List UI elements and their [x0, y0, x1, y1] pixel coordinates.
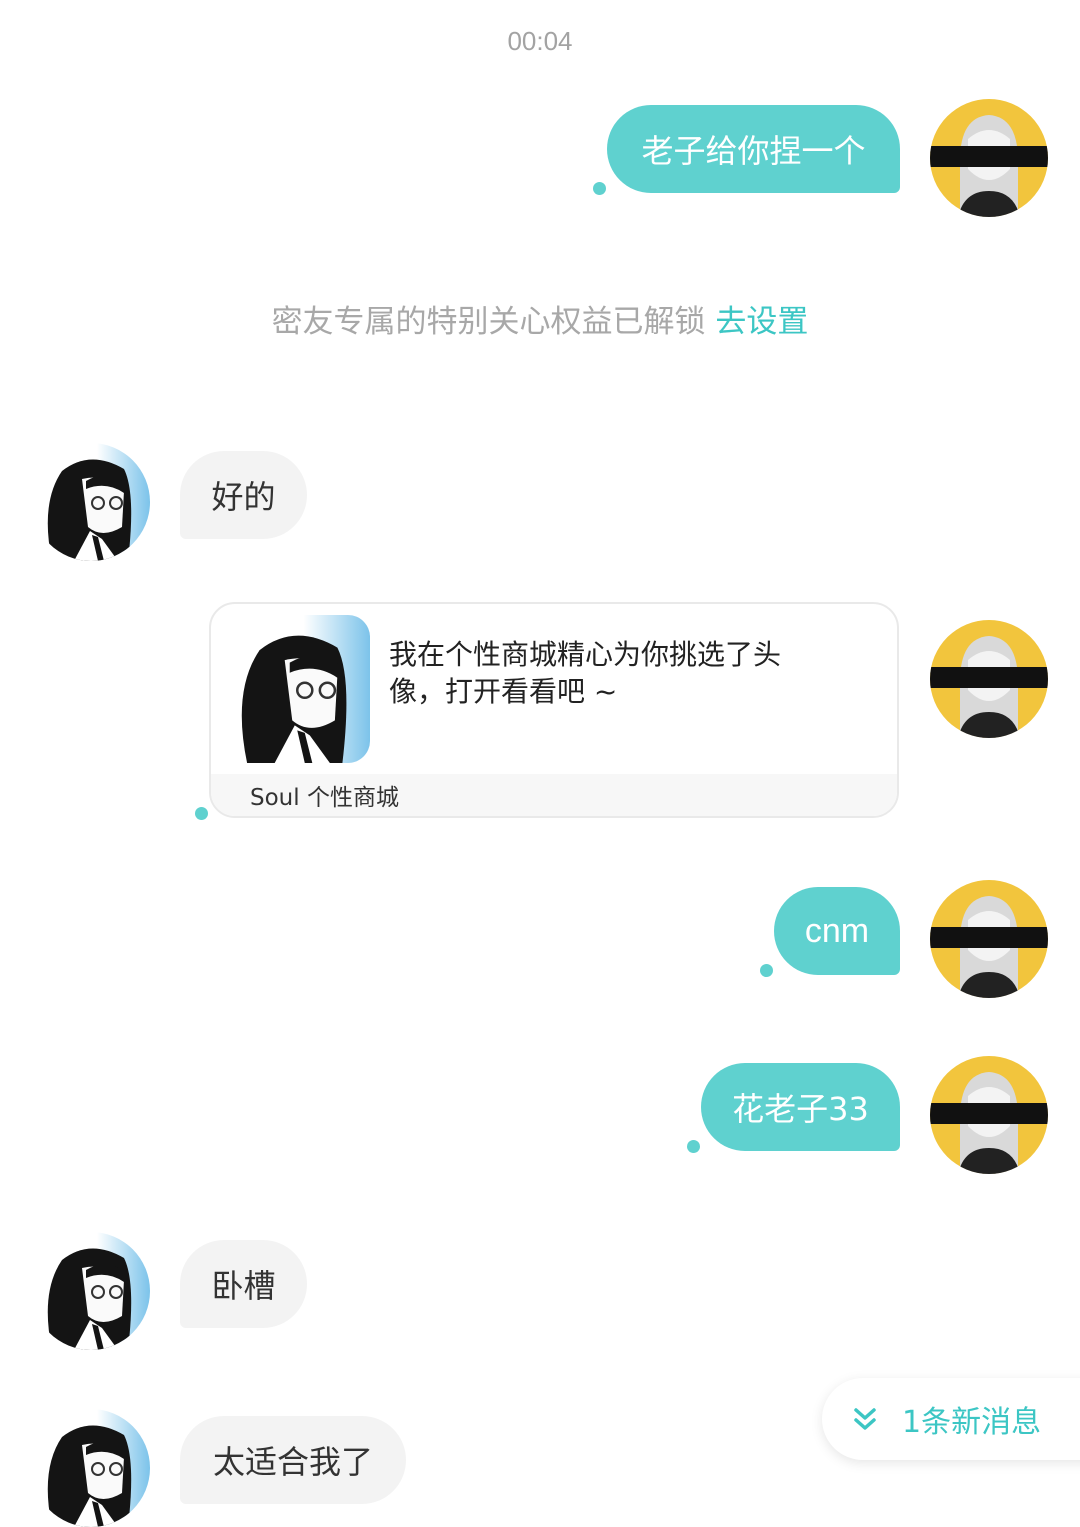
my-avatar[interactable] — [930, 620, 1048, 738]
message-text: 卧槽 — [211, 1267, 276, 1305]
my-avatar[interactable] — [930, 99, 1048, 217]
system-notice-text: 密友专属的特别关心权益已解锁 — [271, 304, 706, 340]
message-status-dot — [760, 964, 773, 977]
my-avatar[interactable] — [930, 1056, 1048, 1174]
system-notice: 密友专属的特别关心权益已解锁 去设置 — [0, 300, 1080, 344]
new-message-indicator[interactable]: 1条新消息 — [822, 1378, 1080, 1460]
go-settings-link[interactable]: 去设置 — [715, 304, 808, 340]
message-bubble-outgoing[interactable]: cnm — [774, 887, 900, 975]
message-timestamp: 00:04 — [507, 26, 573, 56]
message-bubble-incoming[interactable]: 太适合我了 — [180, 1416, 406, 1504]
message-text: 太适合我了 — [212, 1443, 373, 1481]
message-text: 花老子33 — [732, 1090, 869, 1128]
card-text-line: 我在个性商城精心为你挑选了头 — [389, 638, 782, 671]
message-text: 好的 — [211, 478, 276, 516]
card-source-label: Soul 个性商城 — [250, 785, 399, 811]
double-chevron-down-icon — [854, 1408, 876, 1430]
message-text: cnm — [804, 911, 870, 950]
message-bubble-outgoing[interactable]: 花老子33 — [701, 1063, 900, 1151]
message-status-dot — [195, 807, 208, 820]
shop-share-card[interactable]: 我在个性商城精心为你挑选了头 像，打开看看吧 ~ Soul 个性商城 — [209, 602, 899, 818]
card-message-text: 我在个性商城精心为你挑选了头 像，打开看看吧 ~ — [389, 636, 849, 710]
friend-avatar[interactable] — [32, 443, 150, 561]
my-avatar[interactable] — [930, 880, 1048, 998]
message-bubble-incoming[interactable]: 卧槽 — [180, 1240, 307, 1328]
message-status-dot — [687, 1140, 700, 1153]
message-bubble-outgoing[interactable]: 老子给你捏一个 — [607, 105, 900, 193]
message-bubble-incoming[interactable]: 好的 — [180, 451, 307, 539]
message-status-dot — [593, 182, 606, 195]
card-avatar-thumbnail — [222, 615, 370, 763]
message-text: 老子给你捏一个 — [641, 132, 866, 170]
friend-avatar[interactable] — [32, 1232, 150, 1350]
card-text-line: 像，打开看看吧 ~ — [389, 675, 618, 708]
friend-avatar[interactable] — [32, 1409, 150, 1527]
new-message-count-text: 1条新消息 — [902, 1405, 1042, 1440]
